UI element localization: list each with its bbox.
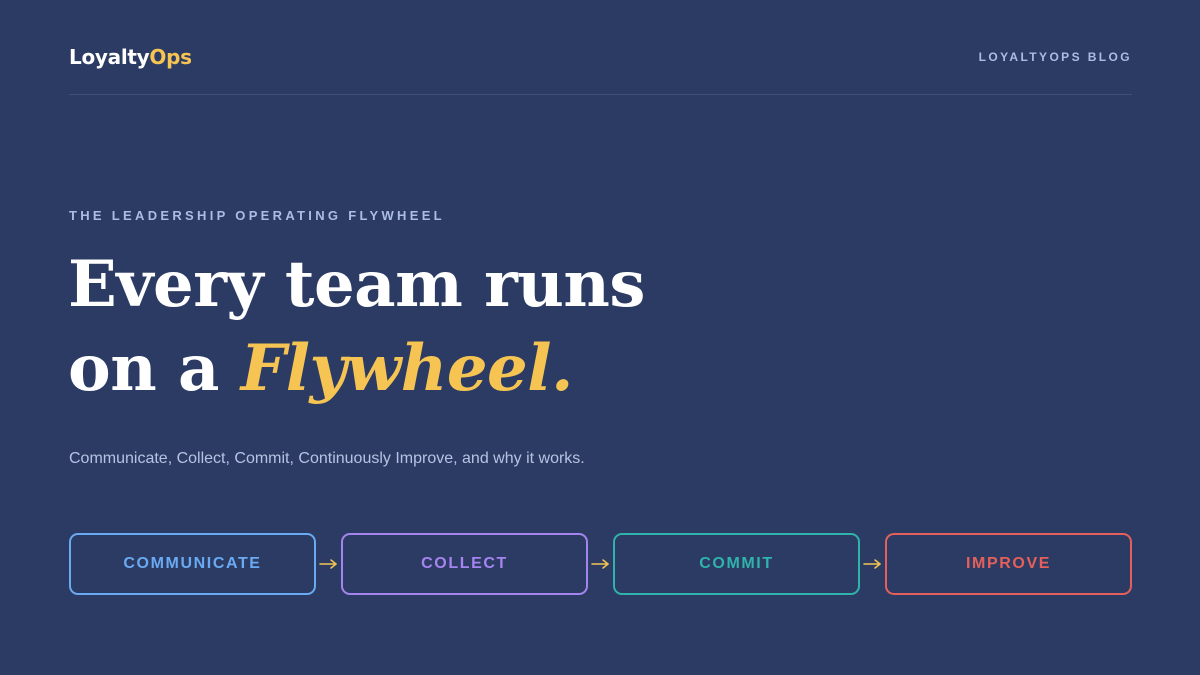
hero-subtitle: Communicate, Collect, Commit, Continuous… [69,450,585,467]
headline-line-1: Every team runs [68,247,645,322]
logo[interactable]: LoyaltyOps [69,43,192,71]
header-divider [69,94,1132,95]
arrow-right-icon [863,559,881,569]
flywheel-steps: COMMUNICATE COLLECT COMMIT IMPROVE [69,533,1132,595]
arrow-right-icon [319,559,337,569]
arrow-right-icon [591,559,609,569]
logo-accent-text: Ops [149,45,192,69]
step-collect[interactable]: COLLECT [341,533,588,595]
headline-line-2-prefix: on a [68,331,241,406]
blog-link[interactable]: LOYALTYOPS BLOG [979,49,1132,65]
step-communicate[interactable]: COMMUNICATE [69,533,316,595]
hero-eyebrow: THE LEADERSHIP OPERATING FLYWHEEL [69,208,445,223]
headline-highlight: Flywheel. [240,331,574,406]
hero-headline: Every team runs on a Flywheel. [68,243,645,411]
step-commit[interactable]: COMMIT [613,533,860,595]
logo-main-text: Loyalty [69,45,150,69]
step-improve[interactable]: IMPROVE [885,533,1132,595]
